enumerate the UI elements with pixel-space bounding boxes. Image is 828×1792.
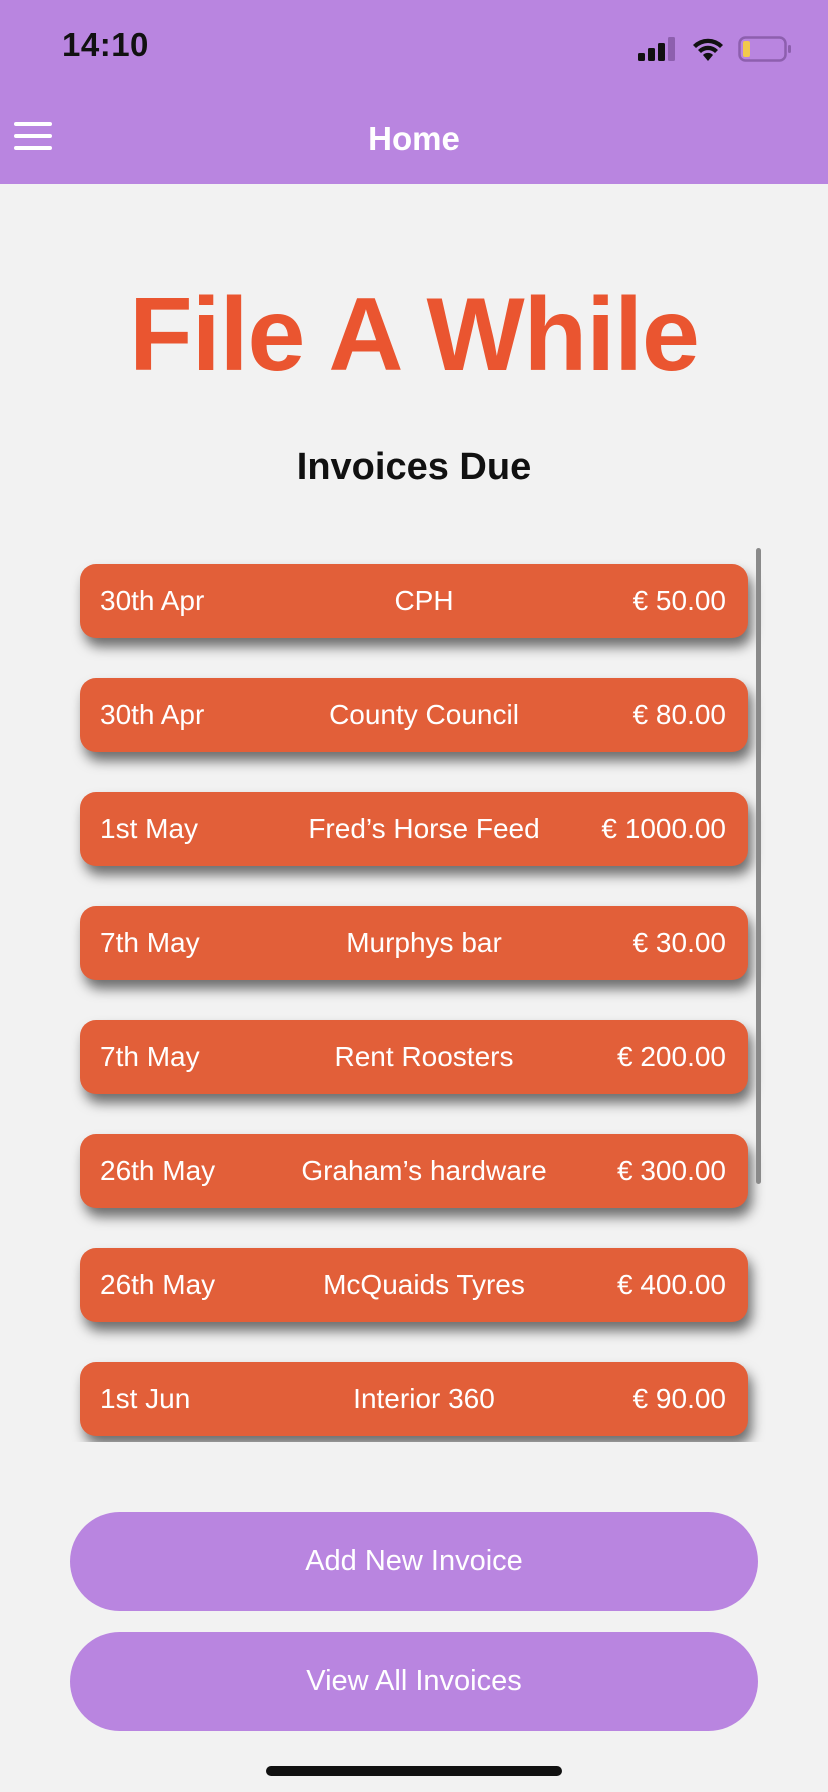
invoice-amount: € 200.00 <box>617 1041 726 1072</box>
invoice-date: 26th May <box>100 1269 216 1300</box>
view-all-invoices-button[interactable]: View All Invoices <box>70 1632 758 1731</box>
invoice-list-scrollbar[interactable] <box>756 548 761 1184</box>
invoice-date: 7th May <box>100 927 200 958</box>
wifi-icon <box>693 38 723 61</box>
invoice-amount: € 80.00 <box>632 699 726 730</box>
invoice-date: 1st May <box>100 813 199 844</box>
invoice-date: 1st Jun <box>100 1383 191 1414</box>
invoice-date: 26th May <box>100 1155 216 1186</box>
invoice-row[interactable]: 26th May Graham’s hardware € 300.00 <box>80 1134 748 1208</box>
invoice-row[interactable]: 7th May Murphys bar € 30.00 <box>80 906 748 980</box>
nav-title: Home <box>368 120 460 157</box>
invoice-amount: € 90.00 <box>632 1383 726 1414</box>
invoice-amount: € 1000.00 <box>601 813 726 844</box>
invoice-list[interactable]: 30th Apr CPH € 50.00 30th Apr County Council… <box>58 546 768 1442</box>
invoice-row[interactable]: 1st Jun Interior 360 € 90.00 <box>80 1362 748 1436</box>
status-time: 14:10 <box>62 26 149 63</box>
invoice-row[interactable]: 1st May Fred’s Horse Feed € 1000.00 <box>80 792 748 866</box>
invoice-date: 30th Apr <box>100 585 205 616</box>
invoice-row[interactable]: 26th May McQuaids Tyres € 400.00 <box>80 1248 748 1322</box>
invoice-date: 30th Apr <box>100 699 205 730</box>
cellular-signal-icon <box>638 37 675 61</box>
invoice-row[interactable]: 30th Apr CPH € 50.00 <box>80 564 748 638</box>
invoice-amount: € 30.00 <box>632 927 726 958</box>
battery-icon <box>738 36 791 62</box>
app-title: File A While <box>129 277 700 393</box>
status-icons <box>638 36 792 62</box>
invoice-amount: € 300.00 <box>617 1155 726 1186</box>
invoice-row[interactable]: 30th Apr County Council € 80.00 <box>80 678 748 752</box>
app-header: 14:10 Home <box>0 0 828 184</box>
home-indicator[interactable] <box>266 1766 562 1776</box>
add-new-invoice-button[interactable]: Add New Invoice <box>70 1512 758 1611</box>
invoice-row[interactable]: 7th May Rent Roosters € 200.00 <box>80 1020 748 1094</box>
invoice-amount: € 400.00 <box>617 1269 726 1300</box>
invoice-list-content: 30th Apr CPH € 50.00 30th Apr County Council… <box>80 564 748 1442</box>
invoices-due-heading: Invoices Due <box>296 446 532 488</box>
invoice-date: 7th May <box>100 1041 200 1072</box>
invoice-amount: € 50.00 <box>632 585 726 616</box>
